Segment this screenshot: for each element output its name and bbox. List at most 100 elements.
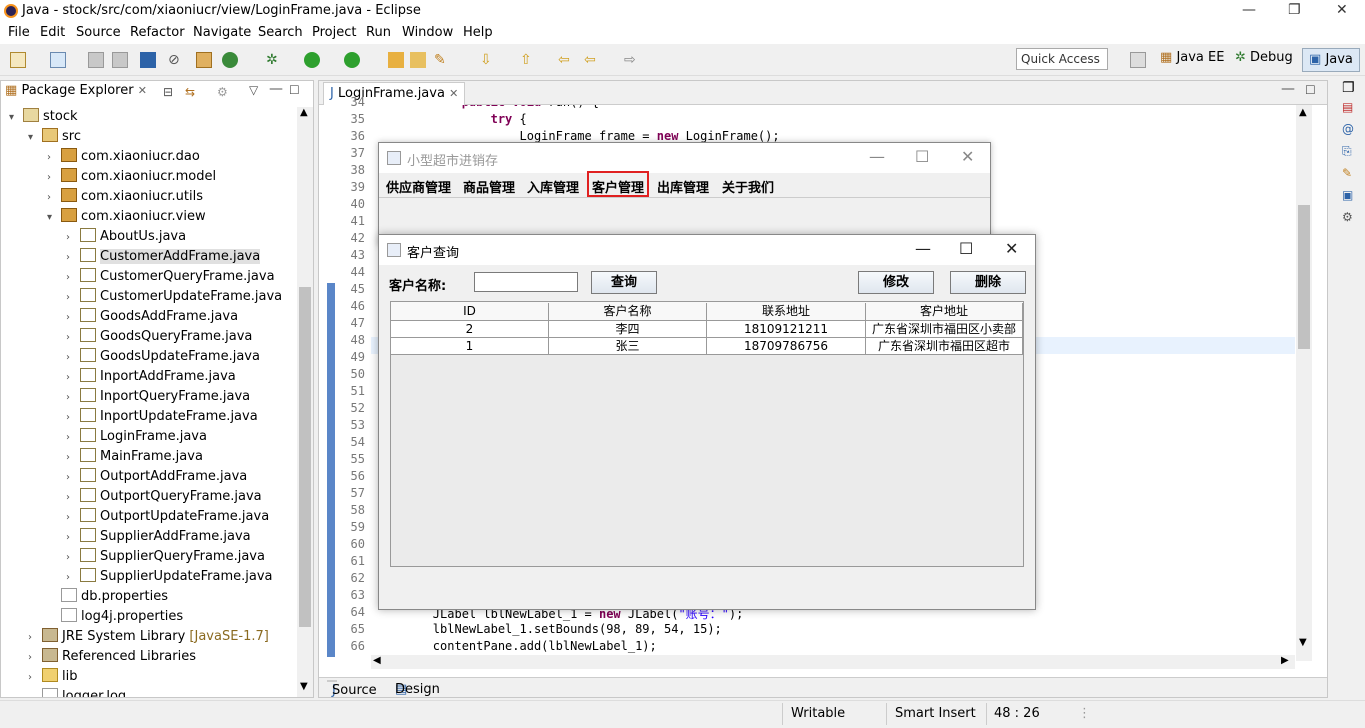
- scroll-up-icon[interactable]: ▲: [300, 107, 308, 118]
- scroll-up-icon[interactable]: ▲: [1299, 107, 1307, 118]
- menu-customer[interactable]: 客户管理: [587, 171, 650, 197]
- chevron-down-icon[interactable]: ▽: [249, 83, 258, 97]
- column-header[interactable]: 客户名称: [549, 303, 707, 320]
- menu-search[interactable]: Search: [258, 25, 303, 40]
- run-external-icon[interactable]: [344, 52, 360, 68]
- menu-edit[interactable]: Edit: [40, 25, 65, 40]
- table-row[interactable]: 1 张三 18709786756 广东省深圳市福田区超市: [391, 338, 1023, 355]
- terminal-icon[interactable]: [140, 52, 156, 68]
- expand-right-icon[interactable]: ›: [28, 668, 42, 688]
- editor-horizontal-scrollbar[interactable]: ◀ ▶: [371, 655, 1295, 669]
- tree-item[interactable]: › OutportQueryFrame.java: [66, 487, 262, 507]
- scroll-thumb[interactable]: [1298, 205, 1310, 349]
- menu-project[interactable]: Project: [312, 25, 356, 40]
- forward-icon[interactable]: ⇨: [624, 52, 640, 68]
- tree-item[interactable]: › InportAddFrame.java: [66, 367, 236, 387]
- scroll-thumb[interactable]: [299, 287, 311, 627]
- new-project-icon[interactable]: [50, 52, 66, 68]
- minimize-icon[interactable]: —: [915, 239, 931, 258]
- menu-goods[interactable]: 商品管理: [461, 177, 517, 196]
- declaration-icon[interactable]: ⎘: [1342, 144, 1352, 159]
- expand-right-icon[interactable]: ›: [28, 648, 42, 668]
- tree-item[interactable]: ▾ com.xiaoniucr.view: [47, 207, 206, 227]
- link-with-editor-icon[interactable]: ⇆: [185, 85, 195, 99]
- tree-item[interactable]: › com.xiaoniucr.dao: [47, 147, 200, 167]
- quick-access-input[interactable]: Quick Access: [1016, 48, 1108, 70]
- close-icon[interactable]: ✕: [961, 147, 974, 166]
- tree-item[interactable]: › MainFrame.java: [66, 447, 203, 467]
- minimize-view-icon[interactable]: —: [269, 81, 283, 97]
- tree-item[interactable]: › OutportAddFrame.java: [66, 467, 247, 487]
- tree-item[interactable]: logger.log: [28, 687, 126, 697]
- view-menu-icon[interactable]: ⚙: [217, 85, 228, 99]
- maximize-view-icon[interactable]: ☐: [289, 83, 300, 97]
- minimize-editor-icon[interactable]: —: [1281, 81, 1295, 97]
- search-icon[interactable]: ✎: [1342, 166, 1352, 180]
- package-explorer-tab[interactable]: ▦ Package Explorer ✕: [5, 83, 147, 105]
- maximize-editor-icon[interactable]: ☐: [1305, 83, 1316, 97]
- save-icon[interactable]: [88, 52, 104, 68]
- open-folder-icon[interactable]: [410, 52, 426, 68]
- tree-item[interactable]: › CustomerQueryFrame.java: [66, 267, 275, 287]
- menu-refactor[interactable]: Refactor: [130, 25, 185, 40]
- tree-item[interactable]: › JRE System Library [JavaSE-1.7]: [28, 627, 269, 647]
- expand-right-icon[interactable]: ›: [66, 348, 80, 368]
- tree-item[interactable]: › InportUpdateFrame.java: [66, 407, 258, 427]
- tree-item[interactable]: › GoodsQueryFrame.java: [66, 327, 252, 347]
- skip-breakpoints-icon[interactable]: ⊘: [168, 52, 184, 68]
- problems-icon[interactable]: ▤: [1342, 100, 1353, 114]
- expand-right-icon[interactable]: ›: [66, 408, 80, 428]
- javadoc-icon[interactable]: @: [1342, 122, 1354, 136]
- tree-item[interactable]: ▾ src: [28, 127, 81, 147]
- refresh-icon[interactable]: [222, 52, 238, 68]
- tree-item[interactable]: › com.xiaoniucr.model: [47, 167, 216, 187]
- customer-name-input[interactable]: [474, 272, 578, 292]
- tree-item[interactable]: db.properties: [47, 587, 168, 607]
- column-header[interactable]: ID: [391, 303, 549, 320]
- expand-right-icon[interactable]: ›: [47, 168, 61, 188]
- expand-right-icon[interactable]: ›: [66, 288, 80, 308]
- scroll-right-icon[interactable]: ▶: [1281, 655, 1289, 666]
- minimize-icon[interactable]: —: [869, 147, 885, 166]
- collapse-all-icon[interactable]: ⊟: [163, 85, 173, 99]
- expand-right-icon[interactable]: ›: [66, 568, 80, 588]
- expand-right-icon[interactable]: ›: [28, 628, 42, 648]
- minimize-icon[interactable]: —: [1242, 2, 1256, 18]
- expand-right-icon[interactable]: ›: [66, 248, 80, 268]
- expand-down-icon[interactable]: ▾: [47, 208, 61, 228]
- expand-right-icon[interactable]: ›: [66, 548, 80, 568]
- tree-item[interactable]: › Referenced Libraries: [28, 647, 196, 667]
- expand-right-icon[interactable]: ›: [66, 328, 80, 348]
- expand-right-icon[interactable]: ›: [66, 468, 80, 488]
- menu-outport[interactable]: 出库管理: [655, 177, 711, 196]
- menu-window[interactable]: Window: [402, 25, 453, 40]
- tree-item[interactable]: log4j.properties: [47, 607, 183, 627]
- query-button[interactable]: 查询: [591, 271, 657, 294]
- edit-button[interactable]: 修改: [858, 271, 934, 294]
- expand-right-icon[interactable]: ›: [66, 388, 80, 408]
- close-tab-icon[interactable]: ✕: [138, 84, 147, 97]
- perspective-java[interactable]: ▣ Java: [1302, 48, 1360, 72]
- expand-right-icon[interactable]: ›: [66, 428, 80, 448]
- expand-right-icon[interactable]: ›: [66, 448, 80, 468]
- tab-source[interactable]: J Source: [327, 680, 377, 698]
- column-header[interactable]: 联系地址: [707, 303, 866, 320]
- expand-right-icon[interactable]: ›: [47, 188, 61, 208]
- scroll-down-icon[interactable]: ▼: [1299, 637, 1307, 648]
- menu-about[interactable]: 关于我们: [720, 177, 776, 196]
- tree-item[interactable]: › SupplierQueryFrame.java: [66, 547, 265, 567]
- expand-right-icon[interactable]: ›: [66, 508, 80, 528]
- back-icon[interactable]: ⇦: [584, 52, 600, 68]
- menu-source[interactable]: Source: [76, 25, 121, 40]
- next-annotation-icon[interactable]: ⇩: [480, 52, 496, 68]
- console-icon[interactable]: ▣: [1342, 188, 1353, 202]
- last-edit-icon[interactable]: ⇦: [558, 52, 574, 68]
- tree-item[interactable]: › SupplierAddFrame.java: [66, 527, 251, 547]
- prev-annotation-icon[interactable]: ⇧: [520, 52, 536, 68]
- edit-icon[interactable]: ✎: [434, 52, 450, 68]
- tree-item[interactable]: › LoginFrame.java: [66, 427, 207, 447]
- restore-icon[interactable]: ❐: [1342, 80, 1355, 96]
- expand-right-icon[interactable]: ›: [66, 268, 80, 288]
- open-type-icon[interactable]: [388, 52, 404, 68]
- tree-item[interactable]: › com.xiaoniucr.utils: [47, 187, 203, 207]
